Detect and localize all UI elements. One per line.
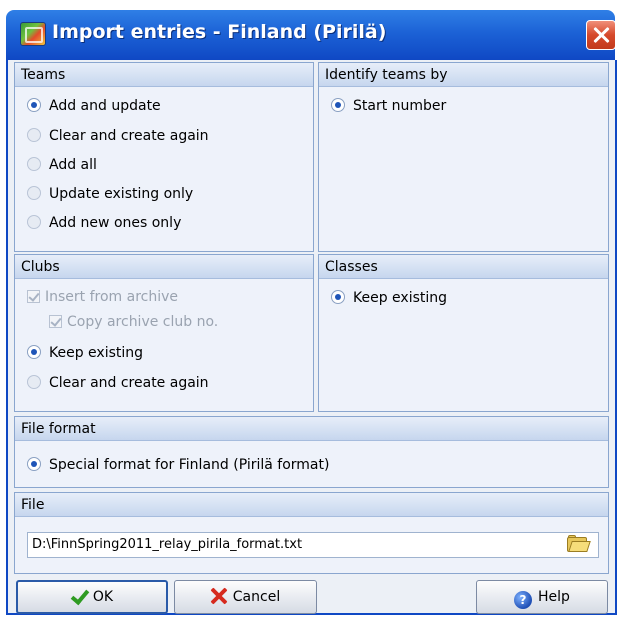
folder-open-icon[interactable] bbox=[567, 535, 591, 553]
file-header: File bbox=[15, 493, 608, 517]
help-icon: ? bbox=[514, 591, 533, 609]
radio-selected[interactable] bbox=[27, 457, 41, 471]
teams-option-add-new-only[interactable]: Add new ones only bbox=[27, 212, 181, 234]
option-label: Clear and create again bbox=[49, 128, 209, 144]
file-path-input[interactable]: D:\FinnSpring2011_relay_pirila_format.tx… bbox=[27, 532, 599, 558]
radio[interactable] bbox=[27, 186, 41, 200]
teams-option-update-existing[interactable]: Update existing only bbox=[27, 183, 193, 205]
clubs-panel: Clubs Insert from archive Copy archive c… bbox=[14, 254, 314, 412]
identify-header: Identify teams by bbox=[319, 63, 608, 87]
option-label: Update existing only bbox=[49, 186, 194, 202]
option-label: Special format for Finland (Pirilä forma… bbox=[49, 457, 330, 473]
teams-option-add-all[interactable]: Add all bbox=[27, 154, 97, 176]
app-icon bbox=[20, 22, 46, 46]
file-format-option-pirila[interactable]: Special format for Finland (Pirilä forma… bbox=[27, 454, 329, 476]
checkbox[interactable] bbox=[49, 315, 62, 328]
teams-option-clear-and-create[interactable]: Clear and create again bbox=[27, 125, 209, 147]
option-label: Add new ones only bbox=[49, 215, 182, 231]
radio-selected[interactable] bbox=[27, 98, 41, 112]
title-bar[interactable]: Import entries - Finland (Pirilä) bbox=[6, 10, 616, 60]
option-label: Keep existing bbox=[49, 345, 144, 361]
import-entries-dialog: Import entries - Finland (Pirilä) Teams … bbox=[0, 0, 623, 623]
radio-selected[interactable] bbox=[331, 98, 345, 112]
option-label: Add and update bbox=[49, 98, 161, 114]
option-label: Clear and create again bbox=[49, 375, 209, 391]
dialog-body: Teams Add and update Clear and create ag… bbox=[6, 60, 617, 615]
file-panel: File D:\FinnSpring2011_relay_pirila_form… bbox=[14, 492, 609, 574]
help-button-label: Help bbox=[538, 589, 570, 605]
clubs-option-keep-existing[interactable]: Keep existing bbox=[27, 342, 143, 364]
teams-option-add-and-update[interactable]: Add and update bbox=[27, 95, 161, 117]
checkbox[interactable] bbox=[27, 290, 40, 303]
insert-from-archive-checkbox[interactable]: Insert from archive bbox=[27, 286, 178, 308]
checkmark-icon bbox=[71, 588, 87, 604]
ok-button-label: OK bbox=[92, 589, 114, 605]
cancel-button[interactable]: Cancel bbox=[174, 580, 317, 614]
option-label: Add all bbox=[49, 157, 97, 173]
classes-panel: Classes Keep existing bbox=[318, 254, 609, 412]
help-button[interactable]: ? Help bbox=[476, 580, 608, 614]
identify-panel: Identify teams by Start number bbox=[318, 62, 609, 252]
option-label: Insert from archive bbox=[45, 289, 179, 305]
close-icon[interactable] bbox=[586, 20, 616, 50]
file-format-panel: File format Special format for Finland (… bbox=[14, 416, 609, 488]
radio-selected[interactable] bbox=[27, 345, 41, 359]
copy-archive-club-no-checkbox[interactable]: Copy archive club no. bbox=[49, 311, 218, 333]
clubs-option-clear-and-create[interactable]: Clear and create again bbox=[27, 372, 209, 394]
identify-option-start-number[interactable]: Start number bbox=[331, 95, 446, 117]
radio-selected[interactable] bbox=[331, 290, 345, 304]
teams-header: Teams bbox=[15, 63, 313, 87]
option-label: Copy archive club no. bbox=[67, 314, 219, 330]
clubs-header: Clubs bbox=[15, 255, 313, 279]
radio[interactable] bbox=[27, 215, 41, 229]
file-format-header: File format bbox=[15, 417, 608, 441]
x-icon bbox=[211, 588, 227, 604]
cancel-button-label: Cancel bbox=[232, 589, 281, 605]
option-label: Start number bbox=[353, 98, 447, 114]
window-title: Import entries - Finland (Pirilä) bbox=[52, 21, 387, 43]
classes-option-keep-existing[interactable]: Keep existing bbox=[331, 287, 447, 309]
ok-button[interactable]: OK bbox=[16, 580, 168, 614]
classes-header: Classes bbox=[319, 255, 608, 279]
option-label: Keep existing bbox=[353, 290, 448, 306]
radio[interactable] bbox=[27, 375, 41, 389]
radio[interactable] bbox=[27, 128, 41, 142]
teams-panel: Teams Add and update Clear and create ag… bbox=[14, 62, 314, 252]
radio[interactable] bbox=[27, 157, 41, 171]
